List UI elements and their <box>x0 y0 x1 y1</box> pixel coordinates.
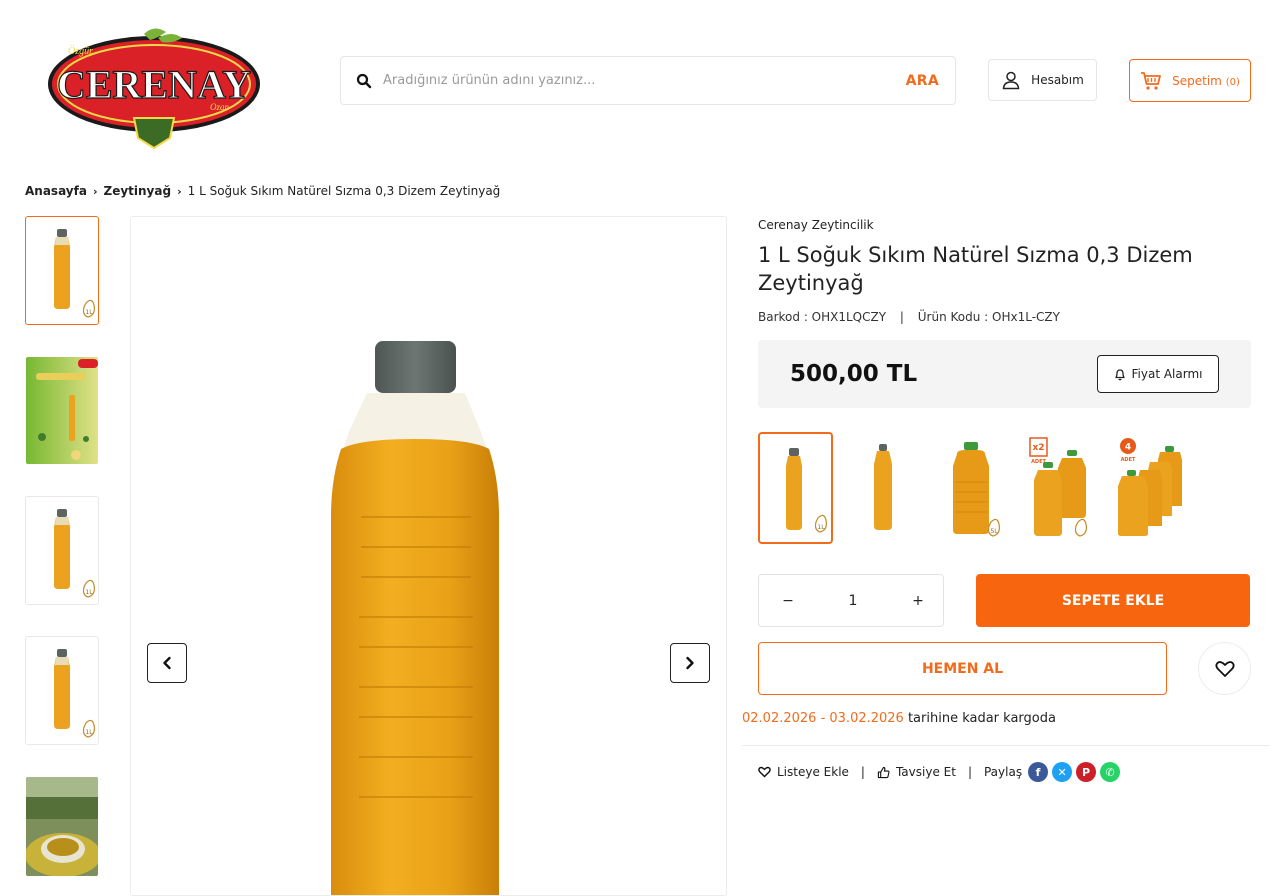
gallery-thumbnail[interactable]: 1L <box>25 636 99 745</box>
bell-icon <box>1114 368 1125 380</box>
jug-pack-image: 4 ADET <box>1118 438 1182 536</box>
svg-text:1L: 1L <box>85 589 93 596</box>
chevron-right-icon: › <box>177 184 182 198</box>
search-bar[interactable]: Aradığınız ürünün adını yazınız... ARA <box>340 56 956 105</box>
product-codes: Barkod : OHX1LQCZY | Ürün Kodu : OHx1L-C… <box>758 310 1060 324</box>
svg-text:1L: 1L <box>85 309 93 316</box>
next-image-button[interactable] <box>670 643 710 683</box>
breadcrumb: Anasayfa › Zeytinyağ › 1 L Soğuk Sıkım N… <box>25 184 500 198</box>
decrease-button[interactable]: − <box>779 593 797 609</box>
increase-button[interactable]: + <box>909 593 927 609</box>
product-price: 500,00 TL <box>790 361 918 387</box>
bottle-image <box>331 341 499 895</box>
cart-label: Sepetim <box>1172 73 1222 88</box>
heart-icon <box>1214 660 1235 677</box>
divider <box>742 745 1270 746</box>
product-title: 1 L Soğuk Sıkım Natürel Sızma 0,3 Dizem … <box>758 243 1193 295</box>
product-actions: Listeye Ekle | Tavsiye Et | Paylaş f ✕ P… <box>758 762 1121 782</box>
facebook-icon[interactable]: f <box>1028 762 1049 782</box>
cart-count: (0) <box>1225 76 1240 88</box>
variant-option[interactable] <box>846 432 921 544</box>
social-share: f ✕ P ✆ <box>1028 762 1121 782</box>
recommend-button[interactable]: Tavsiye Et <box>877 765 956 779</box>
shipping-dates: 02.02.2026 - 03.02.2026 <box>742 711 904 726</box>
logo-sub-text: Ozan <box>210 102 230 112</box>
breadcrumb-home[interactable]: Anasayfa <box>25 184 87 198</box>
add-to-cart-button[interactable]: SEPETE EKLE <box>976 574 1250 627</box>
variant-x2-label: x2 <box>1032 443 1044 453</box>
user-icon <box>1002 71 1020 90</box>
prev-image-button[interactable] <box>147 643 187 683</box>
quantity-value[interactable]: 1 <box>844 593 862 609</box>
jug-image: 5L <box>953 442 1000 537</box>
recommend-label: Tavsiye Et <box>895 765 956 779</box>
gallery-thumbnail[interactable]: 1L <box>25 216 99 325</box>
breadcrumb-category[interactable]: Zeytinyağ <box>104 184 172 198</box>
svg-text:1L: 1L <box>85 729 93 736</box>
variant-option[interactable]: x2 ADET <box>1022 432 1097 544</box>
thumbs-up-icon <box>877 766 890 778</box>
logo-small-text: Özgür <box>68 45 93 57</box>
cart-button[interactable]: Sepetim (0) <box>1129 59 1251 102</box>
whatsapp-icon[interactable]: ✆ <box>1100 762 1121 782</box>
x-icon[interactable]: ✕ <box>1052 762 1073 782</box>
chevron-right-icon: › <box>92 184 98 198</box>
product-code: Ürün Kodu : OHx1L-CZY <box>917 310 1060 324</box>
product-brand[interactable]: Cerenay Zeytincilik <box>758 218 874 232</box>
bottle-image: 1L <box>54 229 95 318</box>
bottle-image <box>874 444 892 530</box>
search-icon <box>356 73 372 88</box>
variant-option[interactable]: 5L <box>935 432 1010 544</box>
breadcrumb-current: 1 L Soğuk Sıkım Natürel Sızma 0,3 Dizem … <box>187 184 501 198</box>
serving-image <box>26 777 98 876</box>
price-alarm-label: Fiyat Alarmı <box>1131 367 1203 381</box>
pinterest-icon[interactable]: P <box>1076 762 1097 782</box>
cerenay-logo[interactable]: CERENAY Özgür Ozan <box>46 26 262 150</box>
bottle-image: 1L <box>54 509 95 598</box>
variant-4-label: 4 <box>1125 443 1131 453</box>
account-button[interactable]: Hesabım <box>988 59 1097 101</box>
shipping-text: tarihine kadar kargoda <box>903 711 1056 726</box>
variant-4-sub: ADET <box>1121 457 1136 463</box>
gallery-thumbnail[interactable] <box>25 776 99 877</box>
variant-option[interactable]: 4 ADET <box>1110 432 1185 544</box>
variant-option[interactable]: 1L <box>758 432 833 544</box>
cart-icon <box>1141 71 1162 90</box>
main-product-image[interactable] <box>130 216 727 896</box>
chevron-left-icon <box>163 656 171 670</box>
logo-brand-text: CERENAY <box>57 62 251 107</box>
svg-text:5L: 5L <box>990 528 998 535</box>
add-to-list-label: Listeye Ekle <box>777 765 849 779</box>
barcode: Barkod : OHX1LQCZY <box>758 310 887 324</box>
add-to-list-button[interactable]: Listeye Ekle <box>758 765 849 779</box>
gallery-thumbnail[interactable]: 1L <box>25 496 99 605</box>
buy-now-button[interactable]: HEMEN AL <box>758 642 1167 695</box>
favorite-button[interactable] <box>1198 642 1251 695</box>
heart-icon <box>758 766 771 778</box>
search-input[interactable]: Aradığınız ürünün adını yazınız... <box>383 73 906 88</box>
svg-text:1L: 1L <box>817 524 825 531</box>
chevron-right-icon <box>686 656 694 670</box>
bottle-image: 1L <box>54 649 95 738</box>
share-label: Paylaş <box>983 765 1023 779</box>
shipping-info: 02.02.2026 - 03.02.2026 tarihine kadar k… <box>742 711 1056 726</box>
quantity-stepper[interactable]: − 1 + <box>758 574 944 627</box>
gallery-thumbnail[interactable] <box>25 356 99 465</box>
bottle-image: 1L <box>786 448 827 533</box>
price-alarm-button[interactable]: Fiyat Alarmı <box>1097 355 1219 393</box>
search-button[interactable]: ARA <box>906 73 939 89</box>
infographic-image <box>26 357 98 464</box>
jug-pack-image: x2 ADET <box>1029 437 1087 537</box>
account-label: Hesabım <box>1031 73 1084 87</box>
